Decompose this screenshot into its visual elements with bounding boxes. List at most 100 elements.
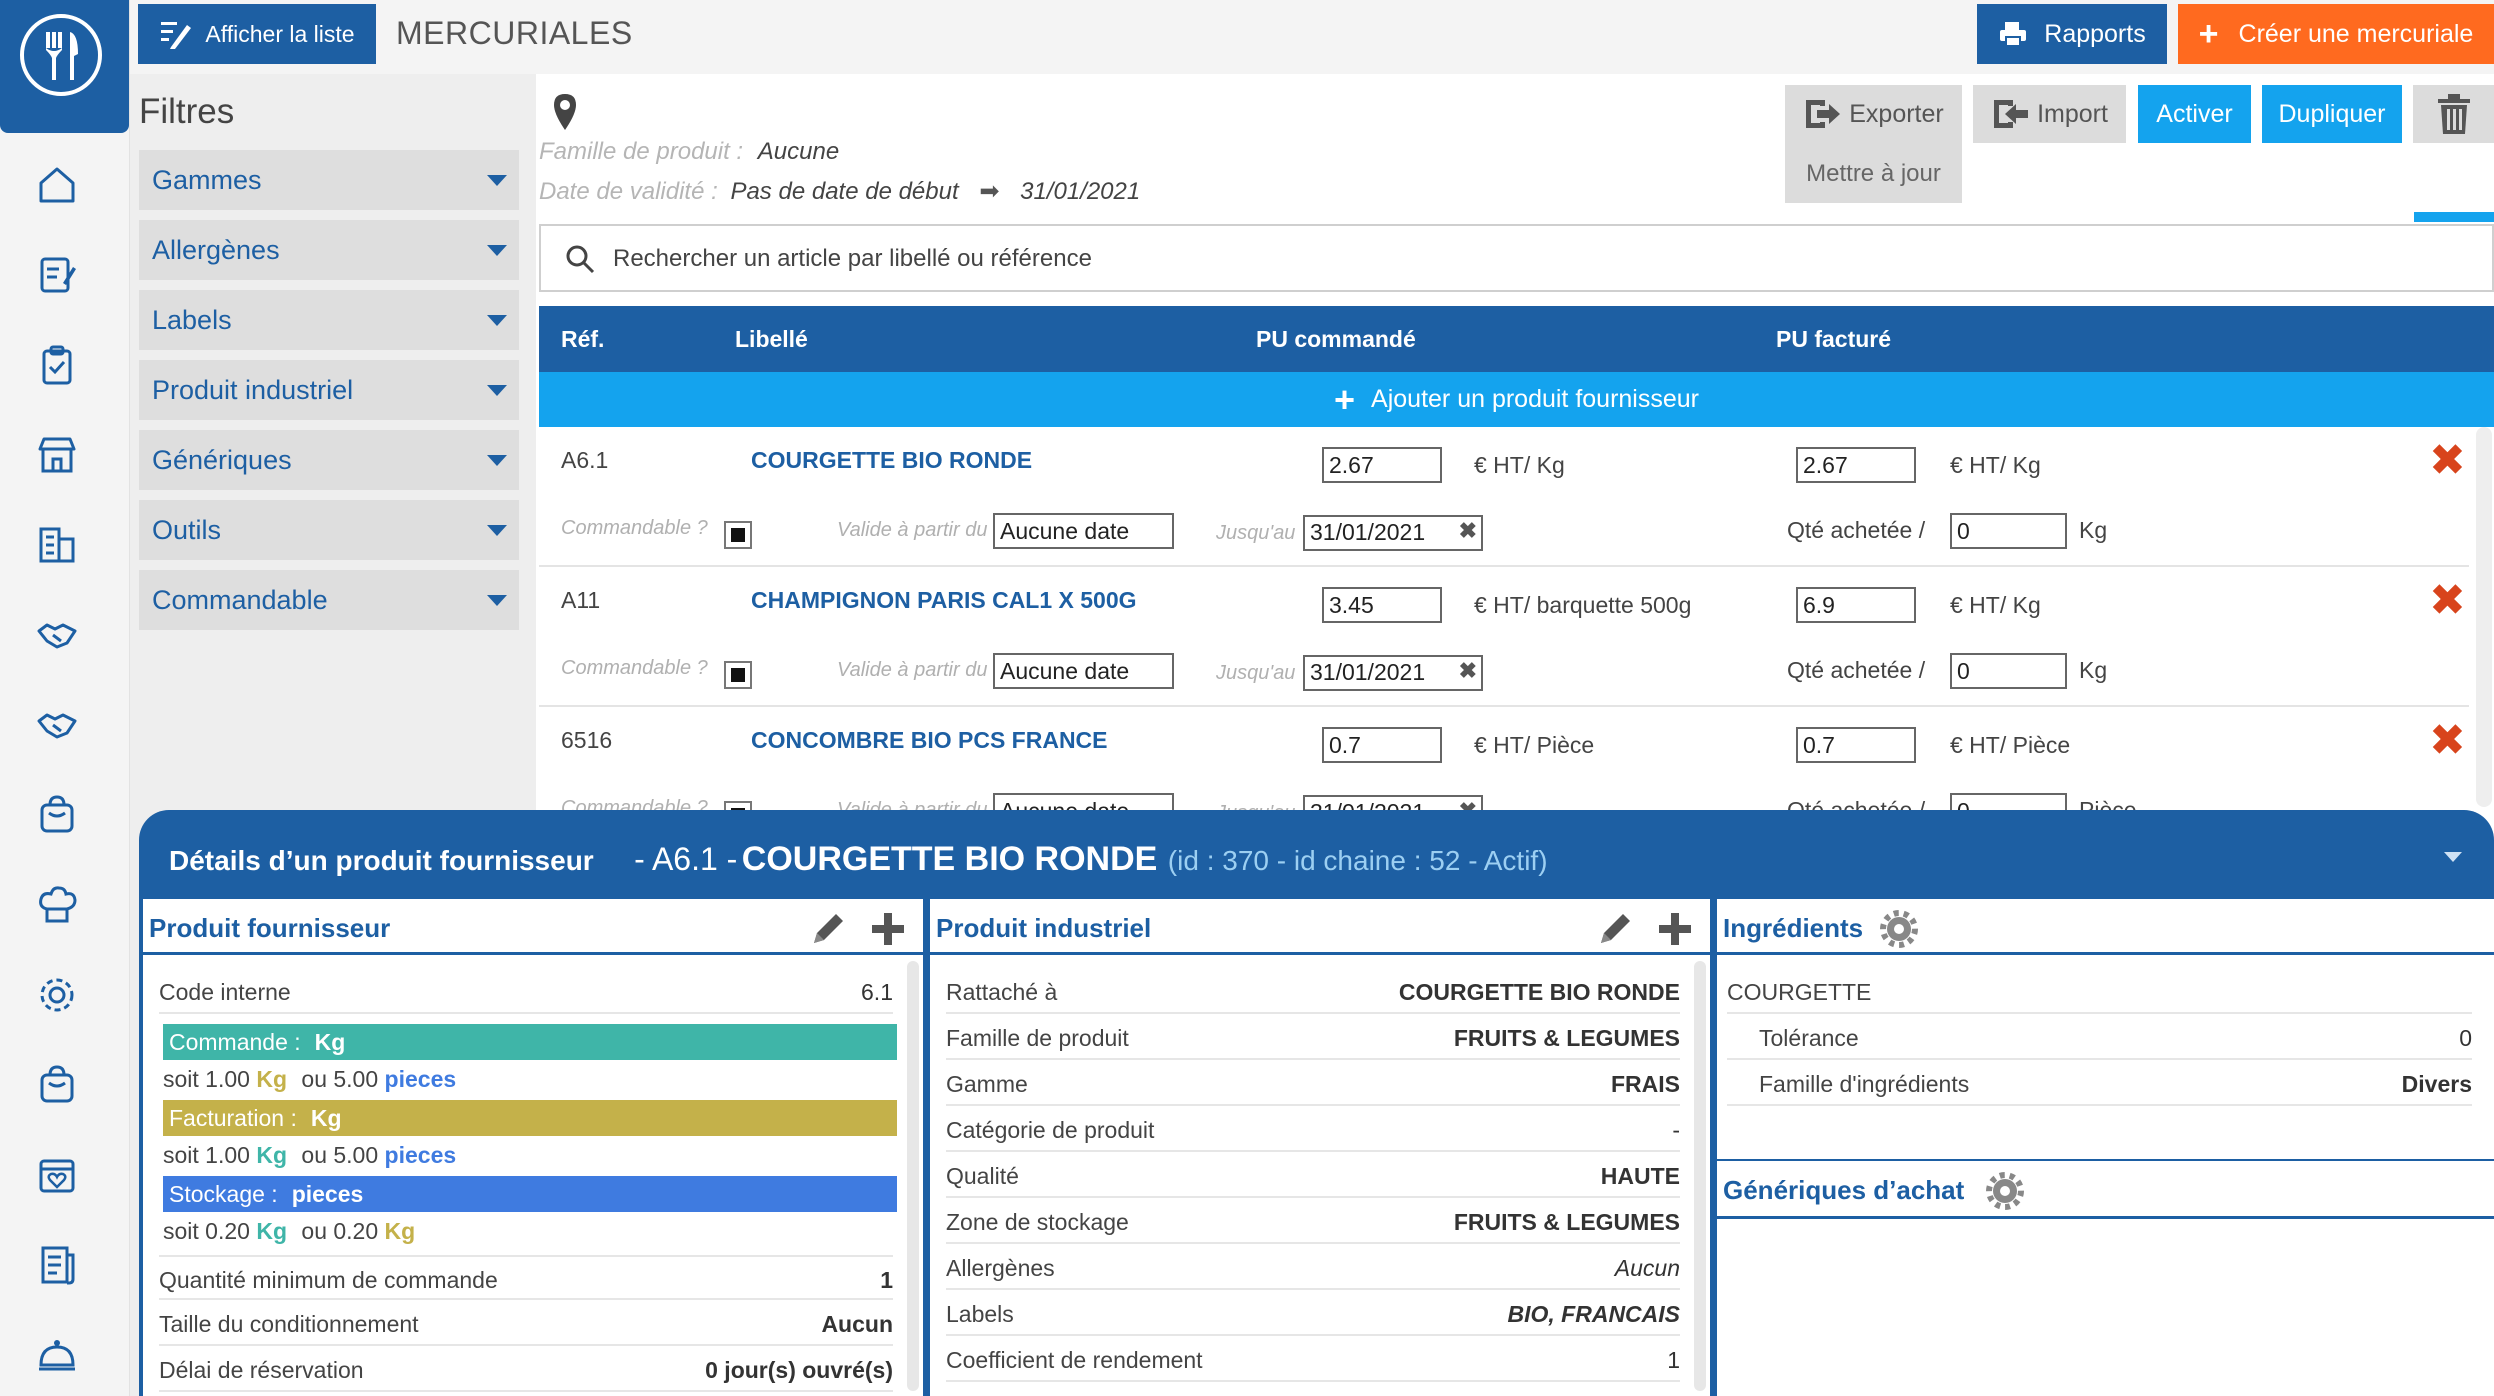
filter-labels[interactable]: Labels [139, 290, 519, 350]
filter-generiques[interactable]: Génériques [139, 430, 519, 490]
table-row[interactable]: A6.1 COURGETTE BIO RONDE € HT/ Kg € HT/ … [539, 427, 2469, 567]
delete-row-icon[interactable]: ✖ [2429, 435, 2469, 486]
filter-outils[interactable]: Outils [139, 500, 519, 560]
plus-icon[interactable] [868, 909, 908, 949]
plus-icon[interactable] [1655, 909, 1695, 949]
delete-button[interactable] [2413, 85, 2494, 143]
basket-icon[interactable] [34, 792, 80, 838]
valid-from-input[interactable] [993, 513, 1174, 549]
band-unit: Kg [310, 1104, 342, 1131]
detail-value: BIO, FRANCAIS [1507, 1301, 1681, 1327]
detail-value: 1 [880, 1267, 893, 1293]
validity-label: Date de validité : [539, 178, 718, 205]
detail-label: Taille du conditionnement [159, 1311, 419, 1337]
gear-icon[interactable] [1985, 1171, 2025, 1211]
validity-line: Date de validité : Pas de date de début … [539, 177, 1140, 206]
pu-facture-input[interactable] [1796, 587, 1916, 623]
column-scrollbar[interactable] [1694, 961, 1706, 1391]
pu-facture-input[interactable] [1796, 727, 1916, 763]
detail-label: Labels [946, 1301, 1014, 1327]
show-list-label: Afficher la liste [205, 20, 355, 47]
until-input[interactable]: 31/01/2021 ✖ [1303, 655, 1483, 691]
clear-date-icon[interactable]: ✖ [1459, 658, 1477, 684]
billing-conversion: soit 1.00 Kg ou 5.00 pieces [163, 1142, 456, 1169]
qty-input[interactable] [1950, 653, 2067, 689]
clipboard-check-icon[interactable] [34, 342, 80, 388]
detail-value: 1 [1667, 1347, 1680, 1373]
product-family-value: Aucune [757, 138, 840, 165]
handshake-icon[interactable] [34, 612, 80, 658]
filter-produit-industriel[interactable]: Produit industriel [139, 360, 519, 420]
chef-hat-icon[interactable] [34, 882, 80, 928]
sidebar [0, 0, 130, 1396]
until-input[interactable]: 31/01/2021 ✖ [1303, 515, 1483, 551]
pu-commande-input[interactable] [1322, 447, 1442, 483]
qty-input[interactable] [1950, 513, 2067, 549]
filter-commandable[interactable]: Commandable [139, 570, 519, 630]
update-button[interactable]: Mettre à jour [1785, 145, 1962, 203]
export-button[interactable]: Exporter [1785, 85, 1962, 143]
calendar-heart-icon[interactable] [34, 1152, 80, 1198]
clear-date-icon[interactable]: ✖ [1459, 518, 1477, 544]
detail-label: Famille d'ingrédients [1759, 1071, 1970, 1097]
document-list-icon[interactable] [34, 1242, 80, 1288]
filter-gammes[interactable]: Gammes [139, 150, 519, 210]
search-input[interactable] [611, 238, 2415, 280]
building-icon[interactable] [34, 522, 80, 568]
activate-button[interactable]: Activer [2138, 85, 2251, 143]
pencil-icon[interactable] [1595, 909, 1635, 949]
pu-commande-input[interactable] [1322, 587, 1442, 623]
import-button[interactable]: Import [1973, 85, 2126, 143]
detail-value: 0 jour(s) ouvré(s) [705, 1357, 893, 1383]
filter-allergenes[interactable]: Allergènes [139, 220, 519, 280]
table-row[interactable]: A11 CHAMPIGNON PARIS CAL1 X 500G € HT/ b… [539, 567, 2469, 707]
valid-from-input[interactable] [993, 653, 1174, 689]
industrial-product-column: Produit industriel Rattaché à COURGETTE … [930, 899, 1710, 1396]
home-icon[interactable] [34, 162, 80, 208]
column-libelle[interactable]: Libellé [735, 326, 808, 353]
caret-down-icon [487, 455, 507, 466]
create-mercuriale-button[interactable]: + Créer une mercuriale [2178, 4, 2494, 64]
delete-row-icon[interactable]: ✖ [2429, 575, 2469, 626]
detail-value: 0 [2459, 1025, 2472, 1051]
filter-label: Outils [152, 514, 222, 545]
commandable-checkbox[interactable] [724, 521, 752, 549]
commandable-checkbox[interactable] [724, 661, 752, 689]
gear-icon[interactable] [1879, 909, 1919, 949]
plus-icon: + [1334, 378, 1356, 420]
detail-value: FRUITS & LEGUMES [1453, 1209, 1680, 1235]
delete-row-icon[interactable]: ✖ [2429, 715, 2469, 766]
row-libelle[interactable]: CHAMPIGNON PARIS CAL1 X 500G [751, 587, 1137, 614]
ingredients-column: Ingrédients COURGETTE Tolérance 0 Famill… [1717, 899, 2494, 1396]
column-title: Produit industriel [936, 913, 1152, 943]
list-edit-icon [161, 22, 192, 49]
order-conversion: soit 1.00 Kg ou 5.00 pieces [163, 1066, 456, 1093]
table-header: Réf. Libellé PU commandé PU facturé [539, 306, 2494, 372]
detail-label: Coefficient de rendement [946, 1347, 1203, 1373]
pu-facture-input[interactable] [1796, 447, 1916, 483]
edit-note-icon[interactable] [34, 252, 80, 298]
gear-icon[interactable] [34, 972, 80, 1018]
column-ref[interactable]: Réf. [561, 326, 604, 353]
column-pu-facture[interactable]: PU facturé [1776, 326, 1891, 353]
table-scrollbar[interactable] [2476, 427, 2492, 807]
basket-icon[interactable] [34, 1062, 80, 1108]
row-libelle[interactable]: CONCOMBRE BIO PCS FRANCE [751, 727, 1108, 754]
column-pu-commande[interactable]: PU commandé [1256, 326, 1416, 353]
service-bell-icon[interactable] [34, 1332, 80, 1378]
show-list-button[interactable]: Afficher la liste [138, 4, 376, 64]
filter-label: Labels [152, 304, 232, 335]
column-scrollbar[interactable] [907, 961, 919, 1391]
collapse-chevron-icon[interactable] [2444, 852, 2462, 862]
details-title: Détails d’un produit fournisseur [169, 845, 594, 876]
pencil-icon[interactable] [808, 909, 848, 949]
add-supplier-product-button[interactable]: + Ajouter un produit fournisseur [539, 372, 2494, 427]
detail-label: Qualité [946, 1163, 1019, 1189]
reports-button[interactable]: Rapports [1977, 4, 2167, 64]
duplicate-button[interactable]: Dupliquer [2262, 85, 2402, 143]
store-icon[interactable] [34, 432, 80, 478]
row-libelle[interactable]: COURGETTE BIO RONDE [751, 447, 1032, 474]
app-logo[interactable] [0, 0, 129, 125]
pu-commande-input[interactable] [1322, 727, 1442, 763]
handshake-icon[interactable] [34, 702, 80, 748]
